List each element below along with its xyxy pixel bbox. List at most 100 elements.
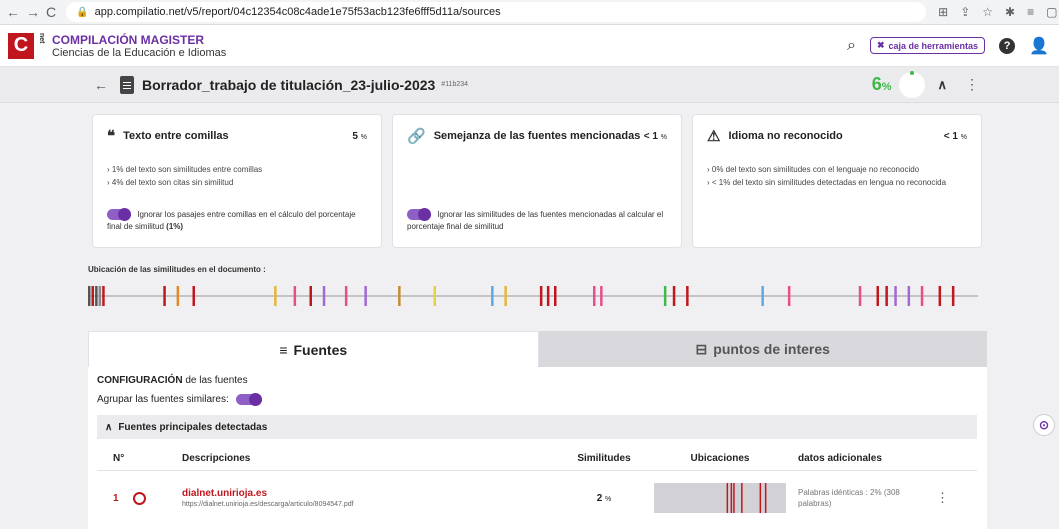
location-mark[interactable] <box>951 286 955 306</box>
col-additional: datos adicionales <box>798 453 882 464</box>
location-mark[interactable] <box>95 286 98 306</box>
location-mark[interactable] <box>102 286 105 306</box>
config-bold: CONFIGURACIÓN <box>97 375 183 386</box>
location-mark[interactable] <box>894 286 897 306</box>
back-arrow-icon[interactable]: ← <box>6 4 20 20</box>
location-mark[interactable] <box>907 286 911 306</box>
location-mark[interactable] <box>546 286 550 306</box>
location-mark[interactable] <box>293 286 297 306</box>
reload-icon[interactable]: C <box>46 4 56 20</box>
location-mark[interactable] <box>938 286 942 306</box>
source-extra: Palabras idénticas : 2% (308 palabras) <box>798 488 900 508</box>
header-actions: ⌕ ✖ caja de herramientas ? 👤 <box>847 36 1049 56</box>
ignore-quotes-toggle[interactable] <box>107 208 131 222</box>
score-unit: % <box>881 81 892 93</box>
warning-icon: ⚠ <box>707 128 721 145</box>
user-icon[interactable]: 👤 <box>1029 36 1049 56</box>
card-line: › < 1% del texto sin similitudes detecta… <box>707 178 947 187</box>
share-icon[interactable]: ⇪ <box>960 5 970 19</box>
similarity-locations-bar[interactable] <box>88 284 978 308</box>
location-mark[interactable] <box>858 286 862 306</box>
extensions-icon[interactable]: ✱ <box>1005 5 1015 19</box>
source-location-mark <box>726 483 729 513</box>
quote-icon: ❝ <box>107 128 116 145</box>
group-sources-toggle[interactable] <box>235 393 262 406</box>
logo-side-text: net <box>38 32 45 44</box>
similarity-score: 6% <box>872 74 892 95</box>
location-mark[interactable] <box>344 286 348 306</box>
document-title: Borrador_trabajo de titulación_23-julio-… <box>142 76 436 93</box>
location-mark[interactable] <box>920 286 924 306</box>
toolbox-button[interactable]: ✖ caja de herramientas <box>869 37 986 54</box>
address-bar[interactable]: 🔒 app.compilatio.net/v5/report/04c12354c… <box>66 2 927 22</box>
location-mark[interactable] <box>539 286 543 306</box>
location-mark[interactable] <box>672 286 676 306</box>
sidepanel-icon[interactable]: ▢ <box>1046 5 1057 19</box>
location-mark[interactable] <box>554 286 557 306</box>
location-mark[interactable] <box>163 286 166 306</box>
document-list-icon: ⊟ <box>695 340 708 357</box>
col-descriptions: Descripciones <box>182 453 251 464</box>
location-mark[interactable] <box>663 286 667 306</box>
location-mark[interactable] <box>176 286 180 306</box>
toggle-text: Ignorar las similitudes de las fuentes m… <box>407 210 664 231</box>
star-icon[interactable]: ☆ <box>982 5 993 19</box>
source-location-mark <box>759 483 762 513</box>
quotes-card: ❝ Texto entre comillas 5 % › 1% del text… <box>92 114 382 248</box>
location-mark[interactable] <box>192 286 196 306</box>
location-mark[interactable] <box>885 286 888 306</box>
tab-sources[interactable]: ≡ Fuentes <box>88 331 539 367</box>
source-location-mark <box>730 483 733 513</box>
chat-assistant-icon[interactable]: ⊙ <box>1033 414 1055 436</box>
tab-points-of-interest[interactable]: ⊟ puntos de interes <box>538 331 987 367</box>
ignore-mentioned-toggle[interactable] <box>407 208 431 222</box>
location-mark[interactable] <box>504 286 507 306</box>
location-mark[interactable] <box>593 286 596 306</box>
table-row[interactable]: 1 dialnet.unirioja.es https://dialnet.un… <box>97 478 977 518</box>
app-subtitle: Ciencias de la Educación e Idiomas <box>52 46 227 59</box>
location-mark[interactable] <box>322 286 326 306</box>
location-mark[interactable] <box>88 286 91 306</box>
source-locations-bar[interactable] <box>654 483 786 513</box>
mentioned-sources-card: 🔗 Semejanza de las fuentes mencionadas <… <box>392 114 682 248</box>
back-icon[interactable]: ← <box>94 77 108 93</box>
location-mark[interactable] <box>98 286 102 306</box>
lock-icon: 🔒 <box>76 6 89 18</box>
search-icon[interactable]: ⌕ <box>847 37 856 55</box>
card-percent: 5 % <box>352 130 367 142</box>
help-icon[interactable]: ? <box>999 37 1016 54</box>
document-bar: ← Borrador_trabajo de titulación_23-juli… <box>0 67 1059 103</box>
location-mark[interactable] <box>876 286 880 306</box>
location-mark[interactable] <box>91 286 95 306</box>
link-icon: 🔗 <box>407 128 426 145</box>
card-title: Texto entre comillas <box>123 130 229 142</box>
row-options-icon[interactable]: ⋮ <box>936 490 949 506</box>
location-mark[interactable] <box>433 286 437 306</box>
location-mark[interactable] <box>398 286 401 306</box>
forward-arrow-icon[interactable]: → <box>26 4 40 20</box>
location-mark[interactable] <box>600 286 603 306</box>
app-header: C net COMPILACIÓN MAGISTER Ciencias de l… <box>0 25 1059 67</box>
chevron-up-icon[interactable]: ∧ <box>937 77 947 93</box>
row-number: 1 <box>113 492 119 504</box>
sources-panel: CONFIGURACIÓN de las fuentes Agrupar las… <box>88 367 987 529</box>
main-sources-header[interactable]: ∧ Fuentes principales detectadas <box>97 415 977 439</box>
tab-label: puntos de interes <box>713 341 830 357</box>
location-mark[interactable] <box>787 286 791 306</box>
location-mark[interactable] <box>686 286 689 306</box>
location-mark[interactable] <box>274 286 277 306</box>
location-mark[interactable] <box>491 286 494 306</box>
location-mark[interactable] <box>309 286 313 306</box>
source-location-mark <box>741 483 743 513</box>
source-url[interactable]: https://dialnet.unirioja.es/descarga/art… <box>182 501 554 508</box>
more-options-icon[interactable]: ⋮ <box>965 76 979 93</box>
translate-icon[interactable]: ⊞ <box>938 5 948 19</box>
location-mark[interactable] <box>761 286 764 306</box>
location-mark[interactable] <box>364 286 367 306</box>
card-title: Idioma no reconocido <box>728 130 843 142</box>
logo-mark: C <box>8 32 34 59</box>
section-title: Fuentes principales detectadas <box>118 421 268 433</box>
web-source-icon <box>132 491 146 505</box>
reading-list-icon[interactable]: ≡ <box>1027 5 1034 19</box>
source-name[interactable]: dialnet.unirioja.es <box>182 488 554 499</box>
